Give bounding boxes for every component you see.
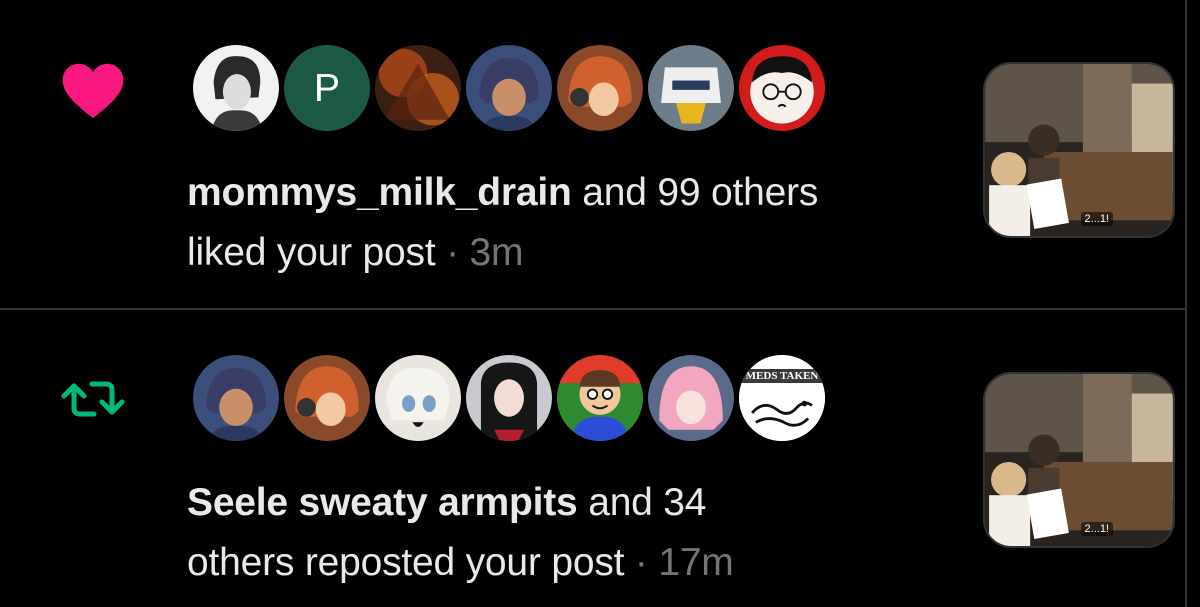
avatar-letter: P: [314, 66, 340, 110]
notification-text: mommys_milk_drain and 99 others liked yo…: [187, 163, 818, 283]
avatar[interactable]: [645, 42, 737, 134]
heart-icon: [58, 55, 128, 125]
avatar[interactable]: [190, 352, 282, 444]
avatar-caption: MEDS TAKEN: [739, 369, 825, 383]
timestamp: 3m: [469, 231, 524, 274]
others-count: and 34: [577, 481, 707, 524]
avatar[interactable]: [463, 352, 555, 444]
actor-name[interactable]: mommys_milk_drain: [187, 171, 572, 214]
separator-dot: ·: [435, 231, 470, 274]
others-count: and 99 others: [571, 171, 819, 214]
avatar[interactable]: [463, 42, 555, 134]
repost-icon: [58, 364, 128, 434]
post-thumbnail[interactable]: 2...1!: [983, 62, 1175, 238]
avatar[interactable]: [736, 42, 828, 134]
notification-divider: [0, 308, 1185, 310]
avatar[interactable]: [645, 352, 737, 444]
actor-name[interactable]: Seele sweaty armpits: [187, 481, 578, 524]
notification-repost[interactable]: MEDS TAKEN Seele sweaty armpits and 34 o…: [0, 311, 1185, 607]
action-text: liked your post: [187, 231, 436, 274]
avatar[interactable]: [190, 42, 282, 134]
avatar[interactable]: P: [281, 42, 373, 134]
avatar[interactable]: [554, 352, 646, 444]
action-text: others reposted your post: [187, 541, 625, 584]
timestamp: 17m: [658, 541, 734, 584]
thumbnail-badge: 2...1!: [1080, 522, 1113, 536]
avatar[interactable]: MEDS TAKEN: [736, 352, 828, 444]
post-thumbnail[interactable]: 2...1!: [983, 372, 1175, 548]
thumbnail-badge: 2...1!: [1080, 212, 1113, 226]
avatar[interactable]: [281, 352, 373, 444]
separator-dot: ·: [624, 541, 659, 584]
notification-text: Seele sweaty armpits and 34 others repos…: [187, 473, 734, 593]
avatar[interactable]: [372, 42, 464, 134]
avatar[interactable]: [372, 352, 464, 444]
notification-like[interactable]: P mommys_milk_drain and 99 others liked …: [0, 0, 1185, 308]
avatar[interactable]: [554, 42, 646, 134]
right-column-border: [1185, 0, 1187, 607]
